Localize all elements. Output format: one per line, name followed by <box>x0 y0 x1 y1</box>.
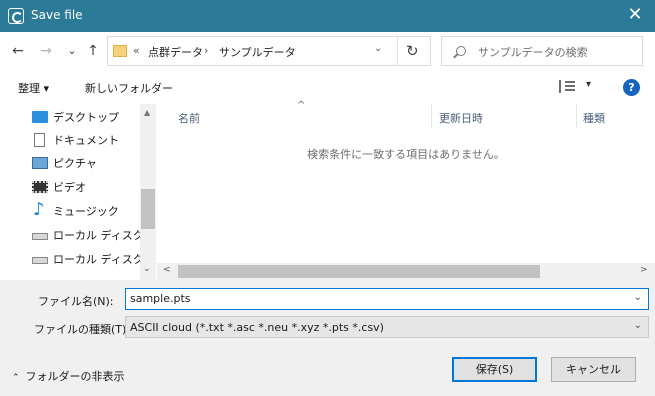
scroll-up-icon[interactable]: ▲ <box>144 108 150 117</box>
column-header-label: 名前 <box>178 112 200 125</box>
search-input[interactable]: サンプルデータの検索 <box>441 36 643 66</box>
save-button[interactable]: 保存(S) <box>452 357 537 382</box>
app-icon <box>8 8 24 24</box>
filename-field[interactable]: sample.pts ⌄ <box>125 288 649 310</box>
breadcrumb-separator[interactable]: › <box>204 44 208 57</box>
command-bar: 整理 ▾ 新しいフォルダー ▾ ? <box>0 70 655 104</box>
pictures-icon <box>32 157 48 169</box>
horizontal-scrollbar[interactable]: < > <box>157 263 655 280</box>
filetype-value: ASCII cloud (*.txt *.asc *.neu *.xyz *.p… <box>130 321 384 334</box>
chevron-right-icon[interactable]: > <box>640 265 648 275</box>
help-icon[interactable]: ? <box>623 79 640 96</box>
filetype-select[interactable]: ASCII cloud (*.txt *.asc *.neu *.xyz *.p… <box>125 316 649 338</box>
document-icon <box>34 133 45 147</box>
recent-locations-icon[interactable]: ⌄ <box>63 41 81 61</box>
drive-icon <box>32 233 48 240</box>
view-options-button[interactable]: ▾ <box>559 78 599 96</box>
divider <box>397 37 398 65</box>
sidebar-item-label: ローカル ディスク (C <box>53 229 140 242</box>
sidebar-item-label: ドキュメント <box>53 134 119 147</box>
scrollbar-thumb[interactable] <box>141 189 155 229</box>
hide-folders-label: フォルダーの非表示 <box>25 370 125 383</box>
navigation-pane: デスクトップ ドキュメント ピクチャ ビデオ ミュージック ローカル ディスク … <box>0 104 156 280</box>
column-header-name[interactable]: 名前 <box>157 104 431 128</box>
chevron-up-icon: ⌃ <box>12 373 20 383</box>
sidebar-item-videos[interactable]: ビデオ <box>30 176 140 198</box>
details-view-icon <box>559 80 575 93</box>
search-icon <box>456 46 466 56</box>
chevron-down-icon[interactable]: ⌄ <box>634 292 642 303</box>
folder-icon <box>113 45 127 57</box>
cancel-button[interactable]: キャンセル <box>551 357 636 382</box>
sidebar-item-drive-d[interactable]: ローカル ディスク (D <box>30 248 140 270</box>
sidebar-item-label: デスクトップ <box>53 111 119 124</box>
sidebar-item-label: ローカル ディスク (D <box>53 253 140 266</box>
video-icon <box>32 181 48 193</box>
filename-value[interactable]: sample.pts <box>130 292 191 305</box>
close-button[interactable]: ✕ <box>615 0 655 32</box>
sidebar-item-music[interactable]: ミュージック <box>30 200 140 222</box>
filename-label: ファイル名(N): <box>38 295 114 308</box>
column-header-label: 更新日時 <box>439 112 483 125</box>
column-header-type[interactable]: 種類 <box>577 104 655 128</box>
desktop-icon <box>32 111 48 123</box>
window-title: Save file <box>31 8 83 22</box>
chevron-down-icon[interactable]: ⌄ <box>634 320 642 331</box>
chevron-left-icon[interactable]: < <box>163 265 171 275</box>
empty-message: 検索条件に一致する項目はありません。 <box>307 148 505 161</box>
breadcrumb-item[interactable]: サンプルデータ <box>219 44 296 60</box>
hide-folders-toggle[interactable]: ⌃ フォルダーの非表示 <box>12 368 125 384</box>
sidebar-item-label: ピクチャ <box>53 157 97 170</box>
back-icon[interactable]: ← <box>9 41 27 61</box>
overflow-chevron-icon[interactable]: « <box>133 44 140 57</box>
music-icon <box>32 200 48 220</box>
sidebar-item-label: ミュージック <box>53 205 119 218</box>
address-dropdown-icon[interactable]: ⌄ <box>374 43 382 54</box>
column-header-label: 種類 <box>583 112 605 125</box>
search-placeholder: サンプルデータの検索 <box>478 46 588 59</box>
filetype-label: ファイルの種類(T): <box>34 323 131 336</box>
scrollbar-thumb[interactable] <box>178 265 540 278</box>
sidebar-item-pictures[interactable]: ピクチャ <box>30 152 140 174</box>
forward-icon[interactable]: → <box>37 41 55 61</box>
drive-icon <box>32 257 48 264</box>
chevron-down-icon: ▾ <box>586 79 592 90</box>
organize-button[interactable]: 整理 ▾ <box>18 80 49 96</box>
file-list: ^ 名前 更新日時 種類 検索条件に一致する項目はありません。 < > <box>157 100 655 280</box>
address-bar[interactable]: « 点群データ › サンプルデータ ⌄ ↻ <box>107 36 431 66</box>
address-row: ← → ⌄ ↑ « 点群データ › サンプルデータ ⌄ ↻ サンプルデータの検索 <box>0 32 655 70</box>
sidebar-item-drive-c[interactable]: ローカル ディスク (C <box>30 224 140 246</box>
chevron-down-icon[interactable]: ⌄ <box>143 264 151 274</box>
title-bar: Save file ✕ <box>0 0 655 32</box>
sidebar-item-desktop[interactable]: デスクトップ <box>30 106 140 128</box>
up-folder-icon[interactable]: ↑ <box>84 41 102 61</box>
new-folder-button[interactable]: 新しいフォルダー <box>85 80 173 96</box>
save-form: ファイル名(N): sample.pts ⌄ ファイルの種類(T): ASCII… <box>0 280 655 396</box>
column-header-modified[interactable]: 更新日時 <box>432 104 576 128</box>
sidebar-item-label: ビデオ <box>53 181 86 194</box>
breadcrumb-item[interactable]: 点群データ <box>148 44 203 60</box>
sidebar-item-documents[interactable]: ドキュメント <box>30 129 140 151</box>
refresh-icon[interactable]: ↻ <box>406 42 419 60</box>
sidebar-scrollbar[interactable]: ▲ ⌄ <box>140 104 156 280</box>
